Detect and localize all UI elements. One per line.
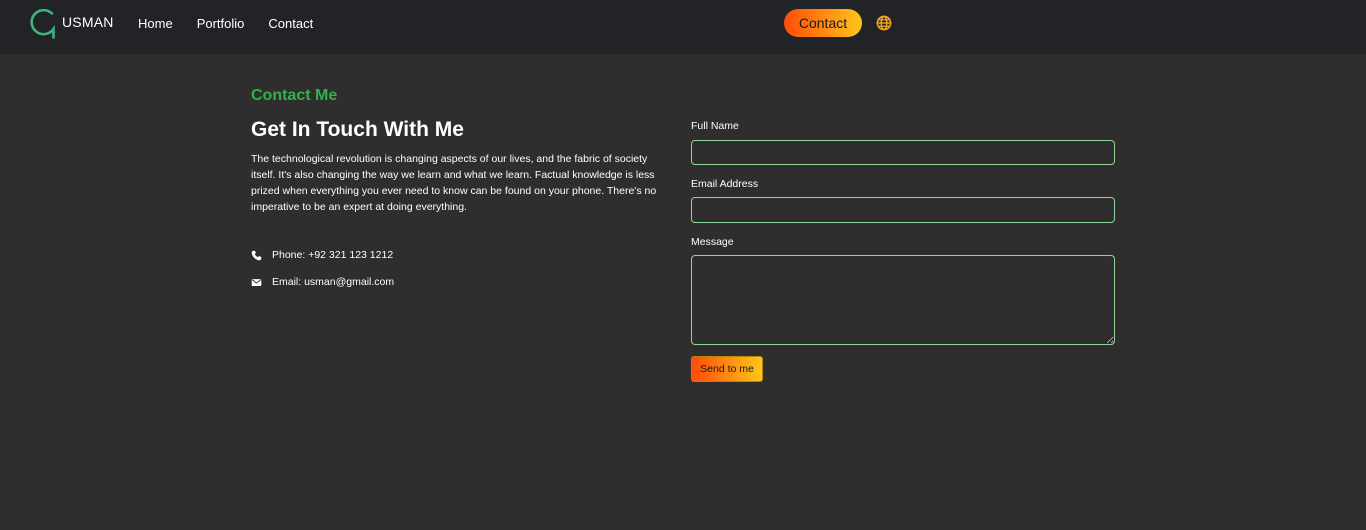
globe-icon[interactable] bbox=[876, 15, 892, 31]
g-ring-logo-icon bbox=[30, 9, 55, 39]
email-address-input[interactable] bbox=[691, 197, 1115, 223]
nav-link-home[interactable]: Home bbox=[138, 16, 173, 31]
phone-icon bbox=[251, 250, 262, 260]
email-line: Email: usman@gmail.com bbox=[251, 276, 394, 288]
message-label: Message bbox=[691, 236, 734, 248]
contact-cta-button[interactable]: Contact bbox=[784, 9, 862, 37]
envelope-icon bbox=[251, 278, 262, 286]
full-name-input[interactable] bbox=[691, 140, 1115, 165]
full-name-label: Full Name bbox=[691, 120, 739, 132]
section-heading: Get In Touch With Me bbox=[251, 118, 464, 141]
section-eyebrow: Contact Me bbox=[251, 87, 338, 104]
brand-logo[interactable]: USMAN bbox=[28, 9, 114, 39]
email-address-label: Email Address bbox=[691, 178, 759, 190]
main-nav: Home Portfolio Contact bbox=[138, 16, 337, 31]
phone-text: Phone: +92 321 123 1212 bbox=[272, 249, 394, 261]
phone-line: Phone: +92 321 123 1212 bbox=[251, 249, 393, 261]
email-text: Email: usman@gmail.com bbox=[272, 276, 395, 288]
message-textarea[interactable] bbox=[691, 255, 1115, 345]
nav-link-portfolio[interactable]: Portfolio bbox=[197, 16, 245, 31]
navbar: USMAN Home Portfolio Contact Contact bbox=[0, 0, 1366, 54]
brand-name: USMAN bbox=[62, 14, 114, 30]
nav-link-contact[interactable]: Contact bbox=[268, 16, 313, 31]
send-button[interactable]: Send to me bbox=[691, 356, 763, 382]
section-intro: The technological revolution is changing… bbox=[251, 153, 657, 213]
